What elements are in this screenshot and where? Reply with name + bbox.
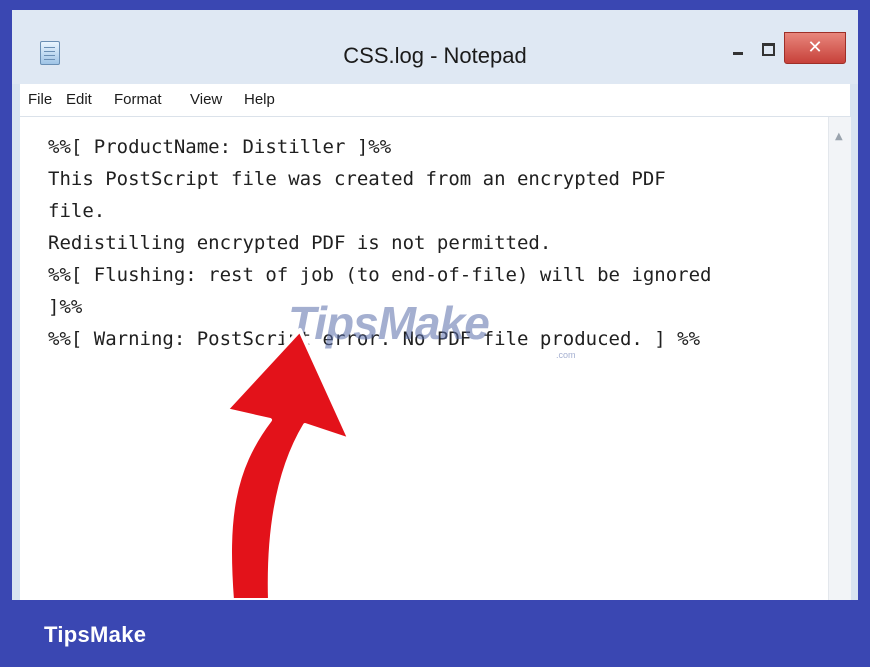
red-arrow-icon: [224, 328, 352, 602]
footer-brand: TipsMake: [44, 622, 147, 647]
footer-bar: TipsMake: [0, 600, 870, 667]
